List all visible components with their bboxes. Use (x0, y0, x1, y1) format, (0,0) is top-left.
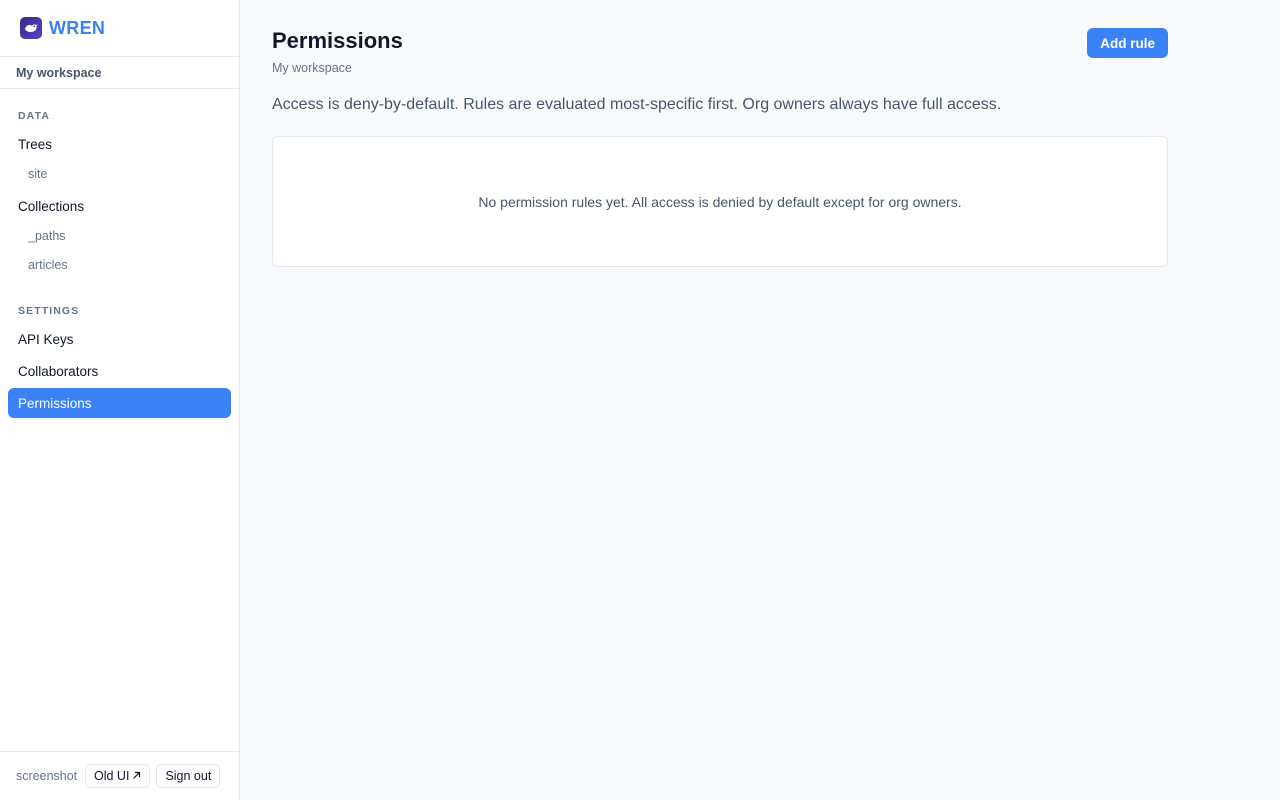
sidebar-item-api-keys[interactable]: API Keys (8, 324, 231, 354)
empty-state-message: No permission rules yet. All access is d… (478, 193, 962, 210)
sidebar-footer: screenshot Old UI Sign out (0, 751, 239, 800)
external-arrow-icon (132, 769, 141, 783)
sidebar: WREN My workspace DATA Trees site Collec… (0, 0, 240, 800)
sidebar-item-collections[interactable]: Collections (8, 191, 231, 221)
old-ui-label: Old UI (94, 769, 130, 783)
app-root: WREN My workspace DATA Trees site Collec… (0, 0, 1280, 800)
page-description: Access is deny-by-default. Rules are eva… (272, 96, 1002, 113)
brand-name: WREN (49, 17, 106, 38)
rules-empty-state: No permission rules yet. All access is d… (272, 136, 1168, 267)
sidebar-item-permissions[interactable]: Permissions (8, 388, 231, 418)
sign-out-button[interactable]: Sign out (156, 764, 221, 788)
page-subtitle: My workspace (272, 61, 352, 75)
old-ui-button[interactable]: Old UI (85, 764, 151, 788)
sidebar-subitem-site[interactable]: site (8, 159, 231, 188)
page-title: Permissions (272, 28, 403, 53)
page-heading: Permissions My workspace (272, 28, 403, 75)
section-title-settings: SETTINGS (18, 305, 80, 317)
sidebar-item-collaborators[interactable]: Collaborators (8, 356, 231, 386)
page-header: Permissions My workspace Add rule (272, 28, 1168, 75)
section-title-data: DATA (18, 110, 51, 122)
sidebar-subitem-paths[interactable]: _paths (8, 221, 231, 250)
bird-logo-icon (20, 17, 42, 39)
sidebar-subitem-articles[interactable]: articles (8, 250, 231, 279)
user-name: screenshot (16, 769, 78, 783)
sidebar-item-trees[interactable]: Trees (8, 129, 231, 159)
add-rule-button[interactable]: Add rule (1087, 28, 1168, 58)
main-content: Permissions My workspace Add rule Access… (240, 0, 1280, 800)
sidebar-nav: DATA Trees site Collections _paths artic… (0, 89, 239, 751)
brand-header[interactable]: WREN (0, 0, 239, 57)
workspace-selector[interactable]: My workspace (0, 57, 239, 89)
